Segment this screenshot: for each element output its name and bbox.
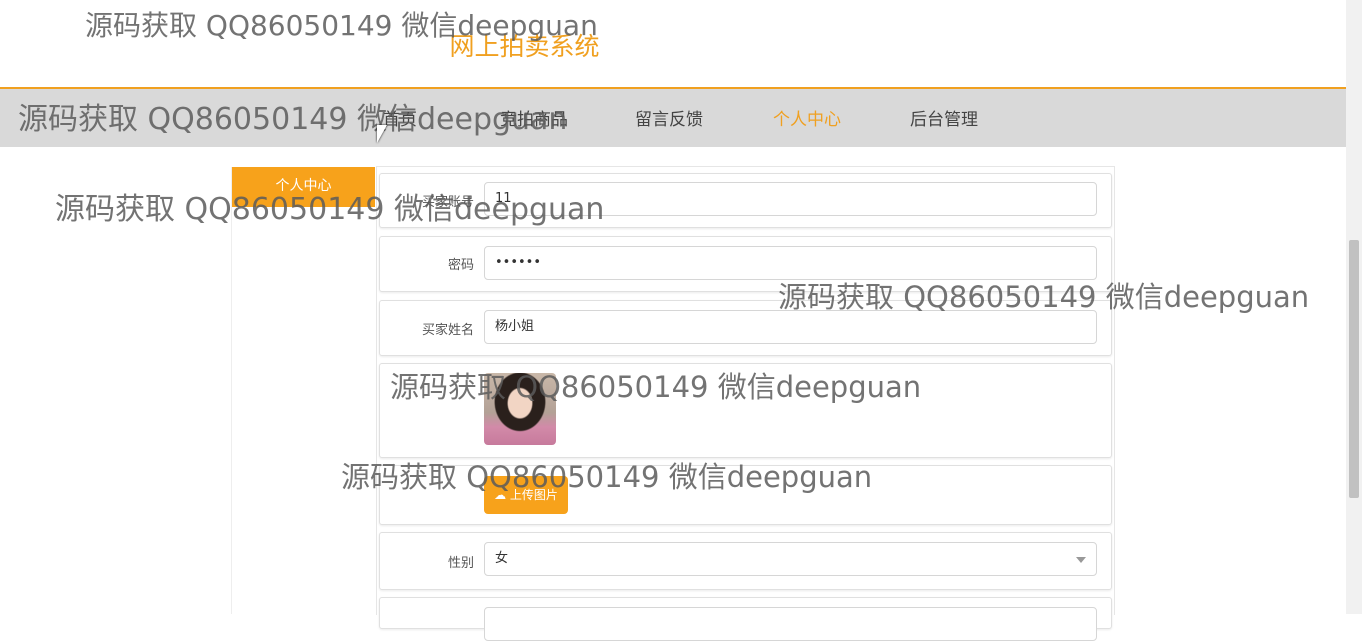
nav-item-feedback[interactable]: 留言反馈 xyxy=(635,105,703,130)
sidebar xyxy=(231,167,377,614)
page-scrollbar[interactable] xyxy=(1346,0,1362,614)
nav-item-home[interactable]: 首页 xyxy=(383,105,417,130)
account-input[interactable]: 11 xyxy=(484,182,1097,216)
account-label: 买家账号 xyxy=(421,195,474,210)
gender-value: 女 xyxy=(495,551,509,566)
cloud-upload-icon: ☁ xyxy=(494,488,507,502)
sidebar-tab-personal-center[interactable]: 个人中心 xyxy=(232,167,375,207)
form-row-password: 密码 •••••• xyxy=(379,236,1112,292)
name-label: 买家姓名 xyxy=(421,323,474,338)
form-row-name: 买家姓名 杨小姐 xyxy=(379,300,1112,356)
upload-image-button[interactable]: ☁ 上传图片 xyxy=(484,476,568,514)
gender-label: 性别 xyxy=(447,556,474,571)
form-row-next xyxy=(379,597,1112,641)
main-navbar: 首页 竞拍商品 留言反馈 个人中心 后台管理 xyxy=(0,87,1346,147)
nav-item-personal-center[interactable]: 个人中心 xyxy=(773,105,841,130)
chevron-down-icon xyxy=(1076,557,1086,563)
mouse-cursor-icon xyxy=(377,125,387,143)
avatar-image xyxy=(484,373,556,445)
site-title: 网上拍卖系统 xyxy=(449,32,600,61)
password-label: 密码 xyxy=(447,258,474,273)
password-input[interactable]: •••••• xyxy=(484,246,1097,280)
gender-select[interactable]: 女 xyxy=(484,542,1097,576)
nav-item-auction-goods[interactable]: 竞拍商品 xyxy=(500,105,568,130)
nav-item-admin[interactable]: 后台管理 xyxy=(910,105,978,130)
form-row-upload: ☁ 上传图片 xyxy=(379,465,1112,525)
form-row-account: 买家账号 11 xyxy=(379,173,1112,228)
name-input[interactable]: 杨小姐 xyxy=(484,310,1097,344)
form-row-avatar xyxy=(379,363,1112,458)
upload-button-label: 上传图片 xyxy=(509,488,558,502)
next-field[interactable] xyxy=(484,607,1097,641)
form-row-gender: 性别 女 xyxy=(379,532,1112,590)
scrollbar-thumb[interactable] xyxy=(1349,240,1359,498)
